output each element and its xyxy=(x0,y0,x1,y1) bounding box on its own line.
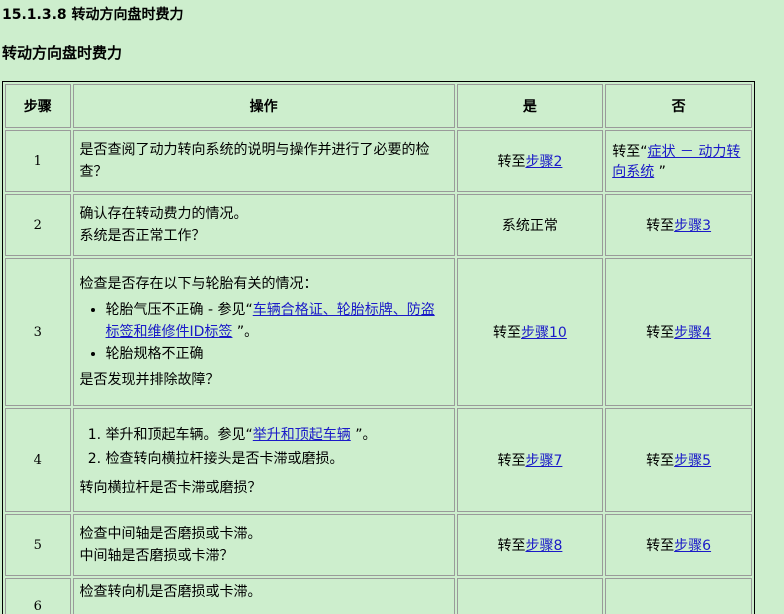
operation-question: 是否发现并排除故障？ xyxy=(79,372,220,388)
list-item: 轮胎规格不正确 xyxy=(106,343,448,365)
operation-text: 检查转向机是否磨损或卡滞。 xyxy=(79,584,262,600)
list-item: 轮胎气压不正确 - 参见“车辆合格证、轮胎标牌、防盗标签和维修件ID标签 ”。 xyxy=(106,299,448,343)
step-number: 1 xyxy=(5,130,71,192)
link-lift-vehicle[interactable]: 举升和顶起车辆 xyxy=(253,427,351,443)
yes-cell: 转至步骤2 xyxy=(456,130,604,192)
no-prefix: 转至 xyxy=(646,538,675,554)
list-item: 举升和顶起车辆。参见“举升和顶起车辆 ”。 xyxy=(106,423,448,447)
bullet-suffix: ”。 xyxy=(232,324,259,340)
bullet-text: 轮胎气压不正确 - 参见“ xyxy=(105,302,253,318)
diagnostic-table: 步骤 操作 是 否 1 是否查阅了动力转向系统的说明与操作并进行了必要的检查？ … xyxy=(2,81,755,614)
operation-cell: 检查是否存在以下与轮胎有关的情况： 轮胎气压不正确 - 参见“车辆合格证、轮胎标… xyxy=(72,258,455,406)
table-row: 5 检查中间轴是否磨损或卡滞。 中间轴是否磨损或卡滞？ 转至步骤8 转至步骤6 xyxy=(5,514,752,576)
operation-cell: 确认存在转动费力的情况。 系统是否正常工作？ xyxy=(72,194,455,256)
table-row: 3 检查是否存在以下与轮胎有关的情况： 轮胎气压不正确 - 参见“车辆合格证、轮… xyxy=(5,258,752,406)
link-step-10[interactable]: 步骤10 xyxy=(521,325,567,341)
table-row: 6 检查转向机是否磨损或卡滞。 xyxy=(5,578,752,614)
operation-text: 是否查阅了动力转向系统的说明与操作并进行了必要的检查？ xyxy=(79,142,430,180)
step-number: 3 xyxy=(5,258,71,406)
bullet-text: 轮胎规格不正确 xyxy=(105,346,204,362)
condition-list: 轮胎气压不正确 - 参见“车辆合格证、轮胎标牌、防盗标签和维修件ID标签 ”。 … xyxy=(80,299,448,365)
yes-cell: 转至步骤7 xyxy=(456,408,604,512)
table-row: 2 确认存在转动费力的情况。 系统是否正常工作？ 系统正常 转至步骤3 xyxy=(5,194,752,256)
procedure-suffix: ”。 xyxy=(350,427,377,443)
table-row: 1 是否查阅了动力转向系统的说明与操作并进行了必要的检查？ 转至步骤2 转至“症… xyxy=(5,130,752,192)
yes-cell xyxy=(456,578,604,614)
procedure-text: 检查转向横拉杆接头是否卡滞或磨损。 xyxy=(105,451,344,467)
page: 15.1.3.8 转动方向盘时费力 转动方向盘时费力 步骤 操作 是 否 1 是… xyxy=(0,0,784,614)
operation-question: 中间轴是否磨损或卡滞？ xyxy=(79,548,234,564)
header-yes: 是 xyxy=(456,84,604,128)
no-cell: 转至步骤5 xyxy=(605,408,752,512)
link-step-8[interactable]: 步骤8 xyxy=(525,538,562,554)
link-step-4[interactable]: 步骤4 xyxy=(674,325,711,341)
operation-cell: 举升和顶起车辆。参见“举升和顶起车辆 ”。 检查转向横拉杆接头是否卡滞或磨损。 … xyxy=(72,408,455,512)
no-prefix: 转至 xyxy=(646,218,675,234)
no-prefix: 转至“ xyxy=(612,144,648,160)
no-prefix: 转至 xyxy=(646,453,675,469)
procedure-list: 举升和顶起车辆。参见“举升和顶起车辆 ”。 检查转向横拉杆接头是否卡滞或磨损。 xyxy=(80,423,448,471)
section-heading: 15.1.3.8 转动方向盘时费力 xyxy=(2,7,184,23)
no-suffix: ” xyxy=(654,164,666,180)
yes-prefix: 转至 xyxy=(497,453,526,469)
header-step: 步骤 xyxy=(5,84,71,128)
operation-text: 确认存在转动费力的情况。 xyxy=(79,206,248,222)
yes-prefix: 转至 xyxy=(497,538,526,554)
link-step-7[interactable]: 步骤7 xyxy=(525,453,562,469)
link-step-6[interactable]: 步骤6 xyxy=(674,538,711,554)
operation-text: 检查中间轴是否磨损或卡滞。 xyxy=(79,526,262,542)
no-cell: 转至“症状 － 动力转向系统 ” xyxy=(605,130,752,192)
operation-cell: 检查转向机是否磨损或卡滞。 xyxy=(72,578,455,614)
link-step-2[interactable]: 步骤2 xyxy=(525,154,562,170)
list-item: 检查转向横拉杆接头是否卡滞或磨损。 xyxy=(106,447,448,471)
step-number: 4 xyxy=(5,408,71,512)
yes-prefix: 转至 xyxy=(497,154,526,170)
header-no: 否 xyxy=(605,84,752,128)
procedure-text: 举升和顶起车辆。参见“ xyxy=(105,427,253,443)
operation-cell: 检查中间轴是否磨损或卡滞。 中间轴是否磨损或卡滞？ xyxy=(72,514,455,576)
operation-question: 系统是否正常工作？ xyxy=(79,228,206,244)
table-row: 4 举升和顶起车辆。参见“举升和顶起车辆 ”。 检查转向横拉杆接头是否卡滞或磨损… xyxy=(5,408,752,512)
no-cell: 转至步骤4 xyxy=(605,258,752,406)
yes-text: 系统正常 xyxy=(501,218,558,234)
table-header-row: 步骤 操作 是 否 xyxy=(5,84,752,128)
no-prefix: 转至 xyxy=(646,325,675,341)
step-number: 5 xyxy=(5,514,71,576)
operation-cell: 是否查阅了动力转向系统的说明与操作并进行了必要的检查？ xyxy=(72,130,455,192)
yes-prefix: 转至 xyxy=(493,325,522,341)
step-number: 6 xyxy=(5,578,71,614)
yes-cell: 转至步骤8 xyxy=(456,514,604,576)
operation-question: 转向横拉杆是否卡滞或磨损？ xyxy=(79,480,262,496)
no-cell xyxy=(605,578,752,614)
sub-heading: 转动方向盘时费力 xyxy=(2,44,123,62)
yes-cell: 系统正常 xyxy=(456,194,604,256)
link-step-5[interactable]: 步骤5 xyxy=(674,453,711,469)
yes-cell: 转至步骤10 xyxy=(456,258,604,406)
no-cell: 转至步骤3 xyxy=(605,194,752,256)
no-cell: 转至步骤6 xyxy=(605,514,752,576)
operation-intro: 检查是否存在以下与轮胎有关的情况： xyxy=(79,276,318,292)
header-operation: 操作 xyxy=(72,84,455,128)
link-step-3[interactable]: 步骤3 xyxy=(674,218,711,234)
step-number: 2 xyxy=(5,194,71,256)
